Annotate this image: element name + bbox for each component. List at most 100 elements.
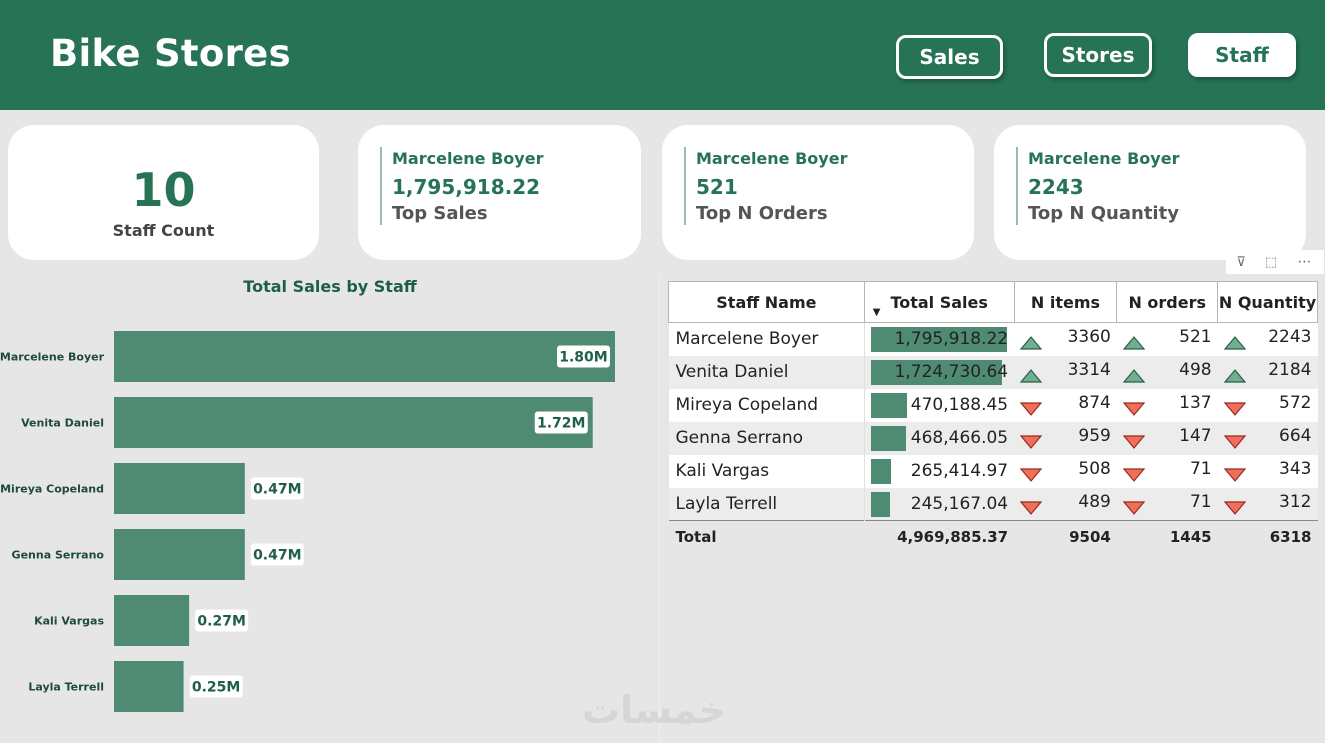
top-quantity-label: Top N Quantity — [1028, 203, 1179, 224]
table-row[interactable]: Venita Daniel 1,724,730.64 3314 498 2184 — [668, 355, 1318, 389]
sales-bar-chart[interactable]: Marcelene Boyer 1.80M Venita Daniel 1.72M Mi… — [0, 315, 660, 735]
table-header-row: Staff Name Total Sales ▼ N items N orders… — [668, 281, 1318, 323]
filter-icon[interactable]: ⊽ — [1226, 250, 1256, 274]
app-title: Bike Stores — [50, 32, 291, 75]
cell-total-sales: 245,167.04 — [864, 487, 1015, 521]
cell-total-sales-value: 468,466.05 — [910, 428, 1009, 448]
cell-n-orders: 521 — [1116, 322, 1218, 356]
bar[interactable] — [114, 595, 190, 646]
top-sales-value: 1,795,918.22 — [392, 175, 541, 199]
card-accent-line — [684, 147, 686, 225]
triangle-up-icon — [1223, 369, 1246, 383]
category-label: Venita Daniel — [21, 417, 104, 430]
nav-stores-button[interactable]: Stores — [1044, 33, 1152, 77]
cell-n-quantity: 2184 — [1217, 355, 1318, 389]
cell-n-items: 874 — [1014, 388, 1117, 422]
chart-title: Total Sales by Staff — [243, 277, 417, 296]
nav-staff-button[interactable]: Staff — [1188, 33, 1296, 77]
cell-n-quantity-value: 664 — [1279, 426, 1312, 446]
cell-staff-name: Venita Daniel — [668, 355, 865, 389]
bar[interactable] — [114, 397, 593, 448]
cell-n-quantity: 2243 — [1217, 322, 1318, 356]
cell-n-orders: 71 — [1116, 454, 1218, 488]
total-label: Total — [668, 520, 865, 554]
cell-n-orders-value: 521 — [1179, 327, 1212, 348]
triangle-down-icon — [1122, 435, 1145, 449]
nav-sales-button[interactable]: Sales — [896, 35, 1003, 79]
top-quantity-value: 2243 — [1028, 175, 1084, 199]
cell-total-sales-value: 470,188.45 — [910, 395, 1009, 415]
triangle-down-icon — [1020, 501, 1043, 515]
top-sales-label: Top Sales — [392, 203, 488, 224]
cell-total-sales: 1,795,918.22 — [864, 322, 1015, 356]
column-header-n-quantity[interactable]: N Quantity — [1217, 281, 1318, 323]
triangle-down-icon — [1122, 402, 1145, 416]
table-row[interactable]: Layla Terrell 245,167.04 489 71 312 — [668, 487, 1318, 521]
data-bar — [870, 491, 890, 517]
column-header-n-orders[interactable]: N orders — [1116, 281, 1219, 323]
table-row[interactable]: Genna Serrano 468,466.05 959 147 664 — [668, 421, 1318, 455]
cell-n-quantity: 312 — [1217, 487, 1318, 521]
data-bar — [870, 392, 907, 418]
top-quantity-card: Marcelene Boyer 2243 Top N Quantity — [994, 125, 1306, 260]
top-orders-name: Marcelene Boyer — [696, 149, 848, 168]
column-header-n-items[interactable]: N items — [1013, 281, 1118, 323]
column-header-total-sales[interactable]: Total Sales ▼ — [863, 281, 1015, 323]
watermark-logo: خمسات — [582, 688, 726, 732]
cell-n-items-value: 874 — [1078, 393, 1111, 413]
staff-count-label: Staff Count — [112, 221, 215, 240]
cell-n-items: 489 — [1014, 487, 1117, 521]
cell-staff-name: Mireya Copeland — [668, 388, 865, 422]
cell-n-quantity-value: 2184 — [1268, 360, 1312, 380]
cell-total-sales-value: 245,167.04 — [910, 493, 1009, 514]
sort-desc-icon: ▼ — [872, 307, 881, 318]
cell-n-quantity-value: 572 — [1279, 393, 1312, 413]
table-toolbar: ⊽ ⬚ ⋯ — [1226, 250, 1324, 274]
table-row[interactable]: Mireya Copeland 470,188.45 874 137 572 — [668, 388, 1318, 422]
cell-n-orders-value: 71 — [1189, 459, 1212, 479]
cell-n-quantity: 664 — [1217, 421, 1318, 455]
column-header-total-sales-label: Total Sales — [890, 292, 988, 312]
top-orders-value: 521 — [696, 175, 738, 199]
cell-n-items: 959 — [1014, 421, 1117, 455]
cell-n-items-value: 3314 — [1067, 360, 1111, 380]
cell-total-sales: 1,724,730.64 — [864, 355, 1015, 389]
bar[interactable] — [114, 529, 245, 580]
cell-n-quantity-value: 312 — [1279, 491, 1312, 512]
cell-n-items-value: 3360 — [1067, 327, 1111, 348]
staff-table: Staff Name Total Sales ▼ N items N orders… — [668, 281, 1318, 554]
cell-n-quantity: 343 — [1217, 454, 1318, 488]
data-label: 0.25M — [192, 680, 240, 696]
data-label: 1.80M — [559, 350, 607, 366]
section-divider — [659, 275, 660, 743]
cell-n-items-value: 489 — [1078, 491, 1111, 512]
cell-total-sales: 468,466.05 — [864, 421, 1015, 455]
table-row[interactable]: Marcelene Boyer 1,795,918.22 3360 521 2243 — [668, 322, 1318, 356]
total-quantity: 6318 — [1217, 520, 1318, 554]
cell-n-quantity-value: 2243 — [1268, 327, 1312, 348]
cell-n-orders: 71 — [1116, 487, 1218, 521]
column-header-staff-name[interactable]: Staff Name — [668, 281, 865, 323]
cell-total-sales-value: 1,795,918.22 — [894, 329, 1009, 350]
triangle-down-icon — [1020, 402, 1043, 416]
cell-staff-name: Marcelene Boyer — [668, 322, 865, 356]
triangle-up-icon — [1223, 336, 1246, 350]
cell-n-items: 3360 — [1014, 322, 1117, 356]
more-options-icon[interactable]: ⋯ — [1286, 250, 1324, 274]
bar[interactable] — [114, 463, 245, 514]
total-orders: 1445 — [1116, 520, 1218, 554]
cell-n-orders: 137 — [1116, 388, 1218, 422]
cell-staff-name: Layla Terrell — [668, 487, 865, 521]
cell-n-orders-value: 137 — [1179, 393, 1212, 413]
cell-n-quantity: 572 — [1217, 388, 1318, 422]
data-label: 1.72M — [537, 416, 585, 432]
table-row[interactable]: Kali Vargas 265,414.97 508 71 343 — [668, 454, 1318, 488]
total-sales: 4,969,885.37 — [864, 520, 1015, 554]
staff-count-value: 10 — [131, 163, 196, 217]
triangle-down-icon — [1223, 435, 1246, 449]
bar[interactable] — [114, 331, 615, 382]
category-label: Layla Terrell — [28, 681, 104, 694]
bar[interactable] — [114, 661, 184, 712]
focus-mode-icon[interactable]: ⬚ — [1256, 250, 1286, 274]
cell-n-orders: 498 — [1116, 355, 1218, 389]
